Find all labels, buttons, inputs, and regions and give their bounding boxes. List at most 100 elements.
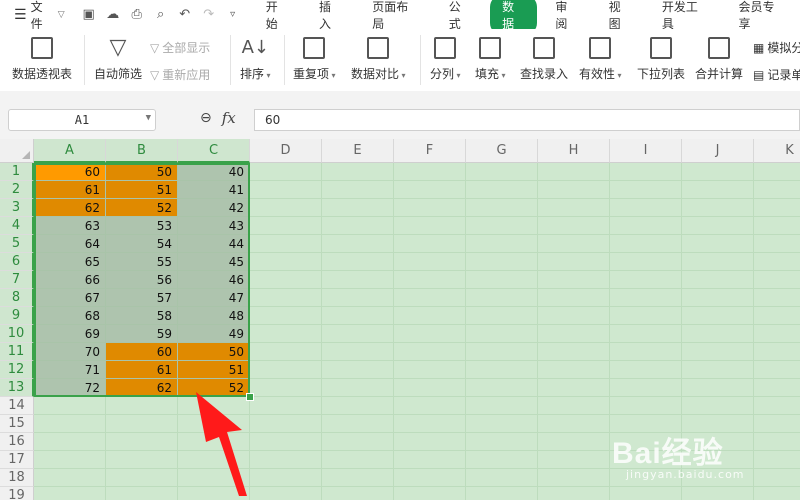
cell-A5[interactable]: 64	[34, 235, 106, 253]
cell-B7[interactable]: 56	[106, 271, 178, 289]
row-header[interactable]: 11	[0, 343, 34, 361]
duplicates-button[interactable]: 重复项 ▾	[293, 37, 336, 82]
cell-B2[interactable]: 51	[106, 181, 178, 199]
show-all-button[interactable]: ▽ 全部显示	[150, 39, 210, 56]
row-header[interactable]: 6	[0, 253, 34, 271]
row-header[interactable]: 5	[0, 235, 34, 253]
row-header[interactable]: 17	[0, 451, 34, 469]
file-menu[interactable]: ☰ 文件 ▽	[0, 0, 71, 32]
row-header[interactable]: 19	[0, 487, 34, 500]
fill-handle[interactable]	[246, 393, 254, 401]
column-header[interactable]: B	[106, 139, 178, 163]
simulate-button[interactable]: ▦ 模拟分	[753, 39, 800, 56]
cell-B3[interactable]: 52	[106, 199, 178, 217]
cell-C4[interactable]: 43	[178, 217, 250, 235]
cell-B8[interactable]: 57	[106, 289, 178, 307]
cell-B9[interactable]: 58	[106, 307, 178, 325]
cell-C11[interactable]: 50	[178, 343, 250, 361]
data-compare-button[interactable]: 数据对比 ▾	[351, 37, 406, 82]
consolidate-button[interactable]: 合并计算	[695, 37, 743, 82]
cell-A11[interactable]: 70	[34, 343, 106, 361]
column-header[interactable]: C	[178, 139, 250, 163]
cell-C5[interactable]: 44	[178, 235, 250, 253]
cell-B6[interactable]: 55	[106, 253, 178, 271]
cell-B5[interactable]: 54	[106, 235, 178, 253]
cell-C1[interactable]: 40	[178, 163, 250, 181]
find-entry-button[interactable]: 查找录入	[520, 37, 568, 82]
cell-A13[interactable]: 72	[34, 379, 106, 397]
cell-A7[interactable]: 66	[34, 271, 106, 289]
cell-C6[interactable]: 45	[178, 253, 250, 271]
more-icon[interactable]: ▿	[225, 9, 241, 20]
row-header[interactable]: 18	[0, 469, 34, 487]
split-column-button[interactable]: 分列 ▾	[430, 37, 461, 82]
column-header[interactable]: I	[610, 139, 682, 163]
column-header[interactable]: E	[322, 139, 394, 163]
column-header[interactable]: H	[538, 139, 610, 163]
cell-B1[interactable]: 50	[106, 163, 178, 181]
pivot-table-button[interactable]: 数据透视表	[12, 37, 72, 82]
cell-B13[interactable]: 62	[106, 379, 178, 397]
cell-B12[interactable]: 61	[106, 361, 178, 379]
name-box[interactable]: A1 ▼	[8, 109, 156, 131]
validity-button[interactable]: 有效性 ▾	[579, 37, 622, 82]
cell-A6[interactable]: 65	[34, 253, 106, 271]
cell-C3[interactable]: 42	[178, 199, 250, 217]
cell-B11[interactable]: 60	[106, 343, 178, 361]
cell-C12[interactable]: 51	[178, 361, 250, 379]
redo-icon[interactable]: ↷	[201, 7, 217, 22]
fx-icon[interactable]: fx	[222, 109, 236, 127]
row-header[interactable]: 1	[0, 163, 34, 181]
row-header[interactable]: 2	[0, 181, 34, 199]
dropdown-list-icon	[650, 37, 672, 59]
row-header[interactable]: 13	[0, 379, 34, 397]
row-header[interactable]: 3	[0, 199, 34, 217]
cell-C2[interactable]: 41	[178, 181, 250, 199]
print-icon[interactable]: ⎙	[129, 7, 145, 22]
cell-C7[interactable]: 46	[178, 271, 250, 289]
cell-A1[interactable]: 60	[34, 163, 106, 181]
row-header[interactable]: 14	[0, 397, 34, 415]
row-header[interactable]: 4	[0, 217, 34, 235]
cell-B10[interactable]: 59	[106, 325, 178, 343]
dropdown-list-button[interactable]: 下拉列表	[637, 37, 685, 82]
cell-C10[interactable]: 49	[178, 325, 250, 343]
row-header[interactable]: 10	[0, 325, 34, 343]
formula-input[interactable]: 60	[254, 109, 800, 131]
cell-A12[interactable]: 71	[34, 361, 106, 379]
cell-A10[interactable]: 69	[34, 325, 106, 343]
sort-button[interactable]: A↓ 排序 ▾	[240, 37, 271, 82]
cell-A4[interactable]: 63	[34, 217, 106, 235]
chevron-down-icon[interactable]: ▼	[146, 113, 151, 123]
fill-button[interactable]: 填充 ▾	[475, 37, 506, 82]
cell-A2[interactable]: 61	[34, 181, 106, 199]
row-header[interactable]: 9	[0, 307, 34, 325]
column-header[interactable]: A	[34, 139, 106, 163]
column-header[interactable]: J	[682, 139, 754, 163]
column-header[interactable]: F	[394, 139, 466, 163]
save-icon[interactable]: ▣	[81, 7, 97, 22]
select-all-corner[interactable]	[0, 139, 34, 163]
column-header[interactable]: K	[754, 139, 800, 163]
row-header[interactable]: 16	[0, 433, 34, 451]
cell-A3[interactable]: 62	[34, 199, 106, 217]
row-header[interactable]: 8	[0, 289, 34, 307]
row-header[interactable]: 12	[0, 361, 34, 379]
cell-C9[interactable]: 48	[178, 307, 250, 325]
cell-C8[interactable]: 47	[178, 289, 250, 307]
cell-B4[interactable]: 53	[106, 217, 178, 235]
cloud-icon[interactable]: ☁	[105, 7, 121, 22]
cell-A9[interactable]: 68	[34, 307, 106, 325]
reapply-button[interactable]: ▽ 重新应用	[150, 66, 210, 83]
row-header[interactable]: 15	[0, 415, 34, 433]
cell-A8[interactable]: 67	[34, 289, 106, 307]
print-preview-icon[interactable]: ⌕	[153, 7, 169, 22]
cell-C13[interactable]: 52	[178, 379, 250, 397]
record-form-button[interactable]: ▤ 记录单	[753, 66, 800, 83]
column-header[interactable]: G	[466, 139, 538, 163]
undo-icon[interactable]: ↶	[177, 7, 193, 22]
column-header[interactable]: D	[250, 139, 322, 163]
row-header[interactable]: 7	[0, 271, 34, 289]
autofilter-button[interactable]: ▽ 自动筛选	[94, 37, 142, 82]
zoom-icon[interactable]: ⊖	[200, 110, 212, 126]
